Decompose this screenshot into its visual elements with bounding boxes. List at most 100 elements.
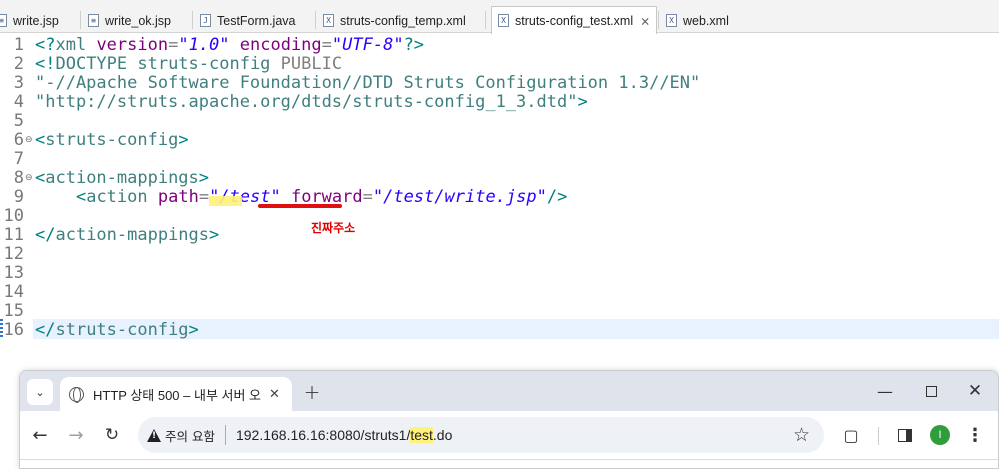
line-number: 15 xyxy=(3,301,24,321)
file-icon: ≡ xyxy=(88,14,99,27)
line-number: 8 xyxy=(13,168,24,188)
editor-tab[interactable]: Xstruts-config_temp.xml xyxy=(323,8,466,33)
tab-separator xyxy=(192,11,193,29)
editor-tab-label: TestForm.java xyxy=(217,13,296,28)
code-token: > xyxy=(188,320,199,340)
code-token: > xyxy=(209,225,220,245)
extensions-puzzle-icon[interactable]: ▢ xyxy=(839,423,863,447)
window-close-icon[interactable]: ✕ xyxy=(962,379,988,403)
code-token: action-mappings xyxy=(45,168,199,188)
code-token: ?> xyxy=(403,35,425,55)
code-token: </ xyxy=(35,225,56,245)
code-token: "/test/write.jsp" xyxy=(372,187,547,207)
close-icon[interactable]: ⨯ xyxy=(640,14,650,28)
code-token: DOCTYPE struts-config xyxy=(55,54,271,74)
warning-icon[interactable] xyxy=(147,428,161,442)
new-tab-button[interactable]: + xyxy=(299,379,325,405)
editor-tab[interactable]: Xstruts-config_test.xml ⨯ xyxy=(491,6,658,34)
file-icon: ≡ xyxy=(0,14,7,27)
code-token: = xyxy=(362,187,373,207)
code-line[interactable]: "http://struts.apache.org/dtds/struts-co… xyxy=(35,93,588,112)
url-highlighted-part: test xyxy=(410,427,433,443)
close-icon[interactable]: ✕ xyxy=(269,387,280,402)
code-line[interactable]: <struts-config> xyxy=(35,131,189,150)
line-number: 14 xyxy=(3,282,24,302)
annotation-note: 진짜주소 xyxy=(311,221,356,235)
chevron-down-icon: ⌄ xyxy=(35,385,45,399)
code-line[interactable]: <?xml version="1.0" encoding="UTF-8"?> xyxy=(35,36,424,55)
url-prefix: 192.168.16.16:8080/struts1/ xyxy=(235,427,411,443)
code-line[interactable]: <!DOCTYPE struts-config PUBLIC xyxy=(35,55,342,74)
line-number: 3 xyxy=(13,73,24,93)
code-token: "http://struts.apache.org/dtds/struts-co… xyxy=(35,92,578,112)
editor-tab[interactable]: Xweb.xml xyxy=(666,8,729,33)
editor-tab[interactable]: ≡ write.jsp xyxy=(0,8,59,33)
avatar[interactable]: I xyxy=(928,423,952,447)
code-line[interactable]: "-//Apache Software Foundation//DTD Stru… xyxy=(35,74,700,93)
code-token: version xyxy=(86,35,169,55)
code-token: "-//Apache Software Foundation//DTD Stru… xyxy=(35,73,701,93)
url-text[interactable]: 192.168.16.16:8080/struts1/test.do xyxy=(236,427,452,443)
address-bar[interactable]: 주의 요함 192.168.16.16:8080/struts1/test.do… xyxy=(138,417,824,453)
profile-initial: I xyxy=(930,425,950,445)
browser-tab[interactable]: HTTP 상태 500 – 내부 서버 오 ✕ xyxy=(60,377,292,411)
code-token: action xyxy=(86,187,148,207)
tab-separator xyxy=(658,11,659,29)
line-number: 6 xyxy=(13,130,24,150)
code-token: "1.0" xyxy=(178,35,230,55)
editor-tab[interactable]: ≡ write_ok.jsp xyxy=(88,8,171,33)
code-line[interactable]: </struts-config> xyxy=(35,321,199,340)
code-token: <! xyxy=(35,54,56,74)
line-number: 7 xyxy=(13,149,24,169)
forward-arrow-icon[interactable]: → xyxy=(64,423,88,447)
side-panel-icon[interactable] xyxy=(893,423,917,447)
security-label[interactable]: 주의 요함 xyxy=(165,426,215,445)
code-token: struts-config xyxy=(45,130,179,150)
reload-icon[interactable]: ↻ xyxy=(100,423,124,447)
line-number: 12 xyxy=(3,244,24,264)
code-line[interactable]: </action-mappings> xyxy=(35,226,219,245)
code-token: = xyxy=(168,35,179,55)
xml-file-icon: X xyxy=(666,14,677,27)
minimize-icon[interactable]: — xyxy=(872,379,898,403)
page-content-edge xyxy=(20,459,998,460)
code-token: = xyxy=(321,35,332,55)
tab-separator xyxy=(315,11,316,29)
code-token: </ xyxy=(35,320,56,340)
code-token: > xyxy=(577,92,588,112)
code-token: xml xyxy=(55,35,87,55)
test-highlight-mark xyxy=(209,196,242,206)
line-number: 10 xyxy=(3,206,24,226)
divider xyxy=(224,425,226,445)
bookmark-star-icon[interactable]: ☆ xyxy=(793,424,810,446)
code-token: "UTF-8" xyxy=(331,35,404,55)
code-token: struts-config xyxy=(55,320,189,340)
browser-toolbar: ← → ↻ 주의 요함 192.168.16.16:8080/struts1/t… xyxy=(20,411,998,459)
code-line[interactable]: <action-mappings> xyxy=(35,169,209,188)
code-editor[interactable]: 1 2 3 4 5 6 ⊖ 7 8 ⊖ 9 10 11 12 13 14 15 16 <?xml version="… xyxy=(0,34,999,370)
fold-collapse-icon[interactable]: ⊖ xyxy=(25,131,33,150)
url-suffix: .do xyxy=(432,427,453,443)
code-token: > xyxy=(198,168,210,188)
java-file-icon: J xyxy=(200,14,211,27)
line-number: 11 xyxy=(3,225,24,245)
more-menu-icon[interactable]: ⋮ xyxy=(963,423,987,447)
fold-collapse-icon[interactable]: ⊖ xyxy=(25,169,33,188)
tab-separator xyxy=(485,11,486,29)
code-token: path xyxy=(147,187,199,207)
toolbar-divider xyxy=(878,427,879,445)
line-number: 13 xyxy=(3,263,24,283)
back-arrow-icon[interactable]: ← xyxy=(28,423,52,447)
editor-tab[interactable]: J TestForm.java xyxy=(200,8,296,33)
code-token: < xyxy=(75,187,87,207)
tab-search-button[interactable]: ⌄ xyxy=(27,379,53,405)
code-token: encoding xyxy=(229,35,322,55)
editor-tab-bar: ≡ write.jsp ≡ write_ok.jsp J TestForm.java Xst… xyxy=(0,0,999,34)
maximize-icon[interactable] xyxy=(918,379,944,403)
code-token: < xyxy=(35,168,46,188)
forward-underline-mark xyxy=(258,204,342,208)
code-token: > xyxy=(178,130,189,150)
code-token: PUBLIC xyxy=(270,54,343,74)
line-number: 1 xyxy=(13,35,24,55)
tab-separator xyxy=(80,11,81,29)
